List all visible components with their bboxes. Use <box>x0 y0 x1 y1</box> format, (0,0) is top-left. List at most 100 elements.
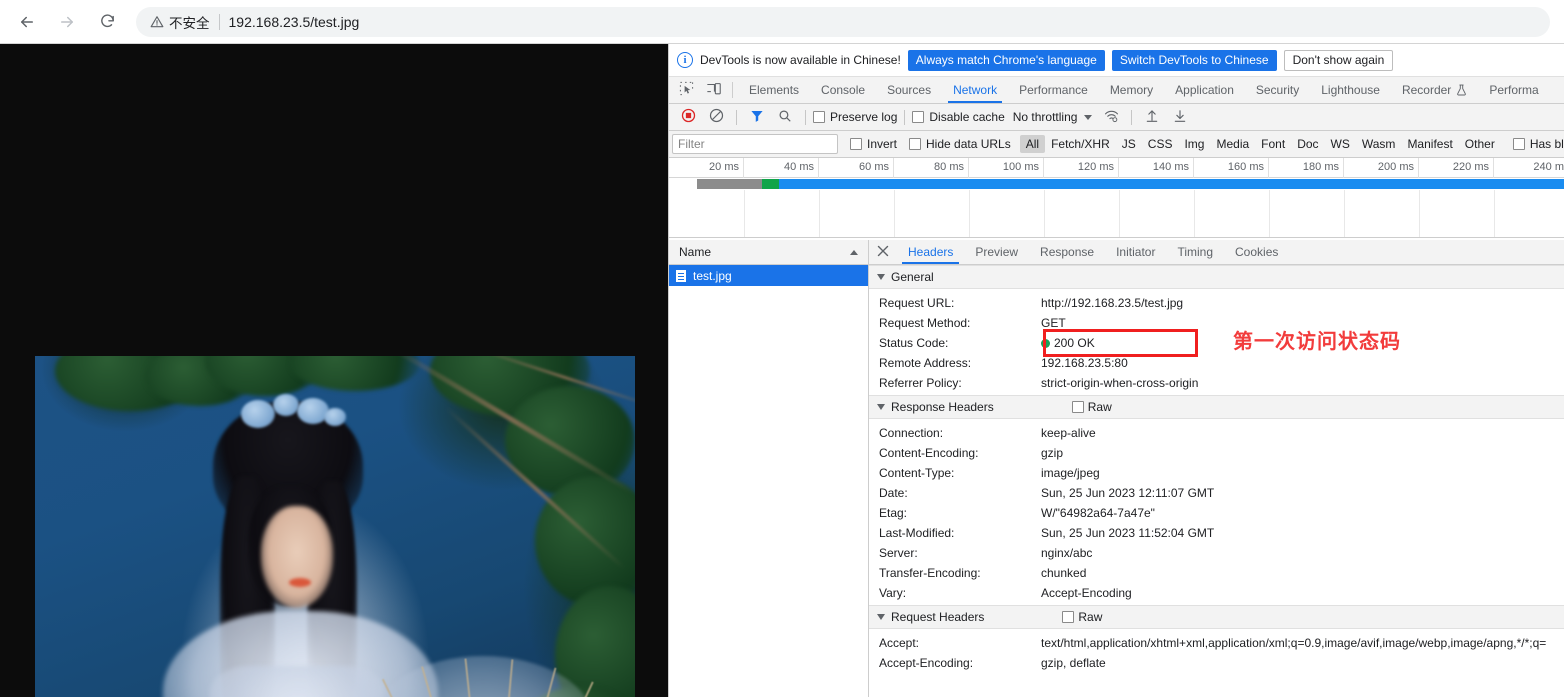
disable-cache-box <box>912 111 925 123</box>
export-har-button[interactable] <box>1167 106 1193 128</box>
value-etag: W/"64982a64-7a47e" <box>1041 506 1155 520</box>
detail-tab-timing[interactable]: Timing <box>1166 240 1224 264</box>
dont-show-again-button[interactable]: Don't show again <box>1283 49 1394 71</box>
detail-tab-cookies[interactable]: Cookies <box>1224 240 1289 264</box>
forward-button[interactable] <box>50 5 84 39</box>
document-icon <box>675 268 687 283</box>
inspect-element-button[interactable] <box>673 77 700 103</box>
row-last-modified: Last-Modified: Sun, 25 Jun 2023 11:52:04… <box>869 523 1564 543</box>
type-filter-all[interactable]: All <box>1019 135 1046 153</box>
preserve-log-label: Preserve log <box>830 110 898 124</box>
disable-cache-checkbox[interactable]: Disable cache <box>912 110 1005 124</box>
wifi-settings-icon <box>1104 109 1119 126</box>
tab-console[interactable]: Console <box>810 77 876 103</box>
request-list-header-name[interactable]: Name <box>669 240 868 265</box>
overview-seg-load <box>697 179 762 189</box>
tick-200ms: 200 ms <box>1377 161 1414 173</box>
status-ok-dot <box>1041 339 1050 348</box>
test-jpg-image <box>35 356 635 697</box>
response-raw-label: Raw <box>1087 400 1112 414</box>
always-match-language-button[interactable]: Always match Chrome's language <box>907 49 1105 71</box>
tab-network[interactable]: Network <box>942 77 1008 103</box>
flask-icon <box>1456 84 1467 96</box>
record-button[interactable] <box>675 106 701 128</box>
type-filter-img[interactable]: Img <box>1178 135 1210 153</box>
switch-devtools-language-button[interactable]: Switch DevTools to Chinese <box>1111 49 1277 71</box>
key-accept-encoding: Accept-Encoding: <box>879 656 974 670</box>
back-button[interactable] <box>10 5 44 39</box>
tick-220ms: 220 ms <box>1452 161 1489 173</box>
funnel-icon <box>750 109 764 126</box>
omnibox-divider <box>218 13 220 30</box>
download-icon <box>1173 108 1187 126</box>
has-blocked-cookies-checkbox[interactable]: Has blocked c <box>1512 137 1564 151</box>
tab-sources[interactable]: Sources <box>876 77 942 103</box>
tab-application[interactable]: Application <box>1164 77 1245 103</box>
type-filter-css[interactable]: CSS <box>1142 135 1179 153</box>
key-date: Date: <box>879 486 908 500</box>
value-connection: keep-alive <box>1041 426 1096 440</box>
preserve-log-checkbox[interactable]: Preserve log <box>813 110 897 124</box>
type-filter-ws[interactable]: WS <box>1325 135 1356 153</box>
hide-data-urls-checkbox[interactable]: Hide data URLs <box>909 137 1011 151</box>
request-row-test-jpg[interactable]: test.jpg <box>669 265 868 286</box>
type-filter-other[interactable]: Other <box>1459 135 1501 153</box>
key-transfer-encoding: Transfer-Encoding: <box>879 566 981 580</box>
detail-tab-preview[interactable]: Preview <box>964 240 1029 264</box>
type-filter-wasm[interactable]: Wasm <box>1356 135 1402 153</box>
section-header-general[interactable]: General <box>869 265 1564 289</box>
tick-40ms: 40 ms <box>784 161 814 173</box>
network-conditions-button[interactable] <box>1098 106 1124 128</box>
notice-message: DevTools is now available in Chinese! <box>700 53 901 67</box>
detail-tab-headers[interactable]: Headers <box>897 240 964 264</box>
throttling-select[interactable]: No throttling <box>1013 110 1093 124</box>
tab-lighthouse[interactable]: Lighthouse <box>1310 77 1391 103</box>
type-filter-media[interactable]: Media <box>1210 135 1255 153</box>
search-button[interactable] <box>772 106 798 128</box>
arrow-left-icon <box>18 13 36 31</box>
type-filter-font[interactable]: Font <box>1255 135 1291 153</box>
devtools-tab-bar: Elements Console Sources Network Perform… <box>669 77 1564 104</box>
detail-tab-initiator[interactable]: Initiator <box>1105 240 1166 264</box>
section-header-response-headers[interactable]: Response Headers Raw <box>869 395 1564 419</box>
clear-button[interactable] <box>703 106 729 128</box>
address-bar[interactable]: 不安全 192.168.23.5/test.jpg <box>136 6 1550 37</box>
value-referrer-policy: strict-origin-when-cross-origin <box>1041 376 1199 390</box>
invert-label: Invert <box>867 137 898 151</box>
response-raw-box <box>1071 401 1084 413</box>
tab-recorder[interactable]: Recorder <box>1391 77 1478 103</box>
triangle-down-icon <box>877 614 885 620</box>
tab-memory[interactable]: Memory <box>1099 77 1164 103</box>
filter-input[interactable] <box>672 134 838 154</box>
network-split-view: Name test.jpg Headers Preview Response I… <box>669 240 1564 697</box>
key-referrer-policy: Referrer Policy: <box>879 376 962 390</box>
tab-elements[interactable]: Elements <box>738 77 810 103</box>
close-detail-button[interactable] <box>869 240 897 264</box>
reload-button[interactable] <box>90 5 124 39</box>
warning-triangle-icon <box>150 15 164 29</box>
toggle-device-toolbar-button[interactable] <box>700 77 727 103</box>
import-har-button[interactable] <box>1139 106 1165 128</box>
value-transfer-encoding: chunked <box>1041 566 1087 580</box>
triangle-down-icon <box>877 274 885 280</box>
network-overview[interactable] <box>669 178 1564 238</box>
invert-checkbox[interactable]: Invert <box>850 137 897 151</box>
row-remote-address: Remote Address: 192.168.23.5:80 <box>869 353 1564 373</box>
response-raw-checkbox[interactable]: Raw <box>1071 400 1112 414</box>
request-name: test.jpg <box>693 268 732 283</box>
row-date: Date: Sun, 25 Jun 2023 12:11:07 GMT <box>869 483 1564 503</box>
type-filter-manifest[interactable]: Manifest <box>1401 135 1458 153</box>
key-request-method: Request Method: <box>879 316 971 330</box>
arrow-right-icon <box>58 13 76 31</box>
detail-tab-response[interactable]: Response <box>1029 240 1105 264</box>
tab-performance-insights[interactable]: Performa <box>1478 77 1549 103</box>
request-raw-checkbox[interactable]: Raw <box>1062 610 1102 624</box>
type-filter-fetchxhr[interactable]: Fetch/XHR <box>1045 135 1116 153</box>
filter-toggle-button[interactable] <box>744 106 770 128</box>
tick-240ms: 240 m <box>1533 161 1564 173</box>
tab-security[interactable]: Security <box>1245 77 1310 103</box>
tab-performance[interactable]: Performance <box>1008 77 1099 103</box>
type-filter-doc[interactable]: Doc <box>1291 135 1324 153</box>
section-header-request-headers[interactable]: Request Headers Raw <box>869 605 1564 629</box>
type-filter-js[interactable]: JS <box>1116 135 1142 153</box>
